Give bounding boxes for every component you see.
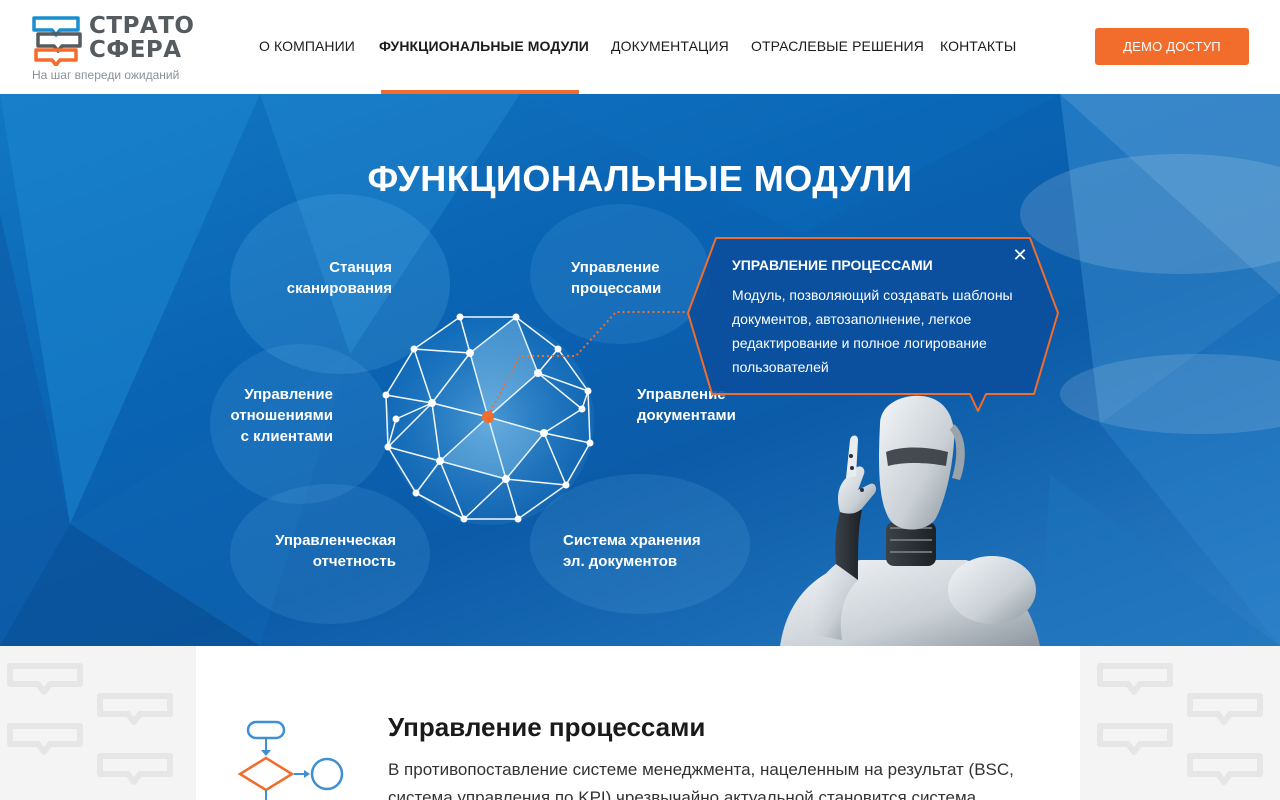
nav-item-modules[interactable]: ФУНКЦИОНАЛЬНЫЕ МОДУЛИ bbox=[379, 38, 589, 54]
module-label-line: отчетность bbox=[312, 553, 396, 570]
nav-item-about[interactable]: О КОМПАНИИ bbox=[259, 38, 355, 54]
tooltip-description: Модуль, позволяющий создавать шаблоны до… bbox=[732, 287, 1013, 375]
module-label-line: процессами bbox=[571, 280, 662, 297]
module-crm[interactable]: Управление отношениями с клиентами bbox=[213, 384, 333, 447]
flowchart-icon bbox=[237, 720, 344, 800]
module-label-line: Управленческая bbox=[275, 532, 396, 549]
module-label-line: сканирования bbox=[286, 280, 392, 297]
demo-access-button[interactable]: ДЕМО ДОСТУП bbox=[1095, 28, 1249, 65]
logo-line1: СТРАТО bbox=[89, 13, 195, 39]
module-label-line: с клиентами bbox=[240, 428, 333, 445]
module-label-line: Управление bbox=[244, 386, 333, 403]
module-label-line: Управление bbox=[571, 259, 660, 276]
hero-section: ФУНКЦИОНАЛЬНЫЕ МОДУЛИ Станция сканирован… bbox=[0, 94, 1280, 646]
tooltip-title: УПРАВЛЕНИЕ ПРОЦЕССАМИ bbox=[732, 257, 933, 273]
module-management-reporting[interactable]: Управленческая отчетность bbox=[246, 530, 396, 572]
logo-line2: СФЕРА bbox=[89, 37, 182, 63]
section-text: В противопоставление системе менеджмента… bbox=[388, 760, 1014, 800]
module-scanning-station[interactable]: Станция сканирования bbox=[270, 257, 392, 299]
nav-item-industry-solutions[interactable]: ОТРАСЛЕВЫЕ РЕШЕНИЯ bbox=[751, 38, 924, 54]
hero-title: ФУНКЦИОНАЛЬНЫЕ МОДУЛИ bbox=[367, 158, 913, 199]
module-process-management[interactable]: Управление процессами bbox=[571, 257, 691, 299]
module-label-line: Система хранения bbox=[563, 532, 701, 549]
robot-illustration bbox=[780, 395, 1040, 646]
nav-item-contacts[interactable]: КОНТАКТЫ bbox=[940, 38, 1016, 54]
module-label-line: отношениями bbox=[230, 407, 333, 424]
close-icon[interactable]: ✕ bbox=[1010, 245, 1030, 265]
module-tooltip: УПРАВЛЕНИЕ ПРОЦЕССАМИ ✕ Модуль, позволяю… bbox=[686, 237, 1060, 415]
nav-item-documentation[interactable]: ДОКУМЕНТАЦИЯ bbox=[611, 38, 729, 54]
tooltip-connector-line bbox=[487, 311, 690, 417]
module-label-line: Станция bbox=[329, 259, 392, 276]
section-title: Управление процессами bbox=[388, 712, 706, 742]
logo[interactable]: СТРАТО СФЕРА На шаг впереди ожиданий bbox=[32, 14, 202, 84]
module-label-line: эл. документов bbox=[563, 553, 678, 570]
site-header: СТРАТО СФЕРА На шаг впереди ожиданий О К… bbox=[0, 0, 1280, 94]
logo-tagline: На шаг впереди ожиданий bbox=[32, 68, 180, 82]
logo-speech-bubbles-icon bbox=[32, 16, 82, 66]
module-e-document-storage[interactable]: Система хранения эл. документов bbox=[563, 530, 713, 572]
logo-wordmark: СТРАТО СФЕРА bbox=[89, 14, 194, 62]
